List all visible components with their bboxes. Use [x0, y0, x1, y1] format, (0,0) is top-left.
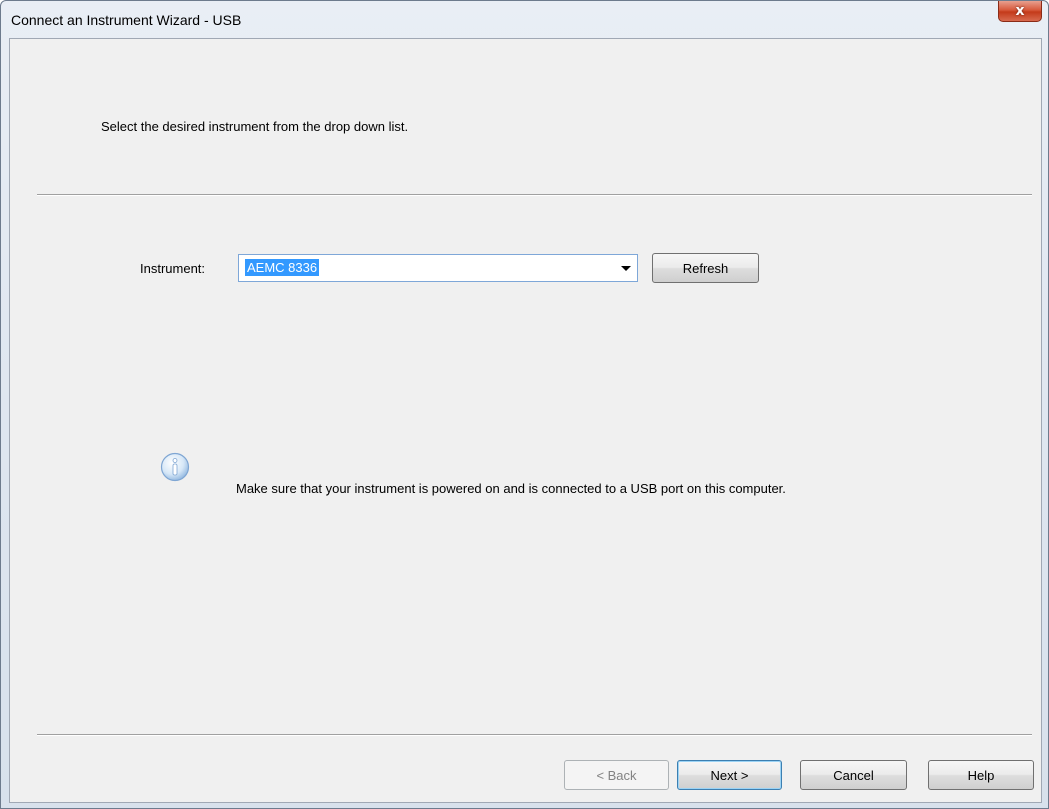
chevron-down-icon[interactable] [621, 266, 631, 271]
cancel-button[interactable]: Cancel [800, 760, 907, 790]
close-icon: x [1015, 3, 1025, 19]
instrument-dropdown[interactable]: AEMC 8336 [238, 254, 638, 282]
window-title: Connect an Instrument Wizard - USB [11, 12, 242, 28]
footer-divider [37, 734, 1032, 736]
close-button[interactable]: x [998, 1, 1042, 22]
instrument-selected-value: AEMC 8336 [245, 259, 320, 276]
instruction-text: Select the desired instrument from the d… [101, 119, 409, 134]
header-divider [37, 194, 1032, 196]
info-icon [160, 452, 190, 482]
info-message: Make sure that your instrument is powere… [236, 481, 786, 496]
help-button[interactable]: Help [928, 760, 1034, 790]
back-button[interactable]: < Back [564, 760, 669, 790]
wizard-window: Connect an Instrument Wizard - USB x Sel… [0, 0, 1049, 809]
title-bar[interactable]: Connect an Instrument Wizard - USB x [1, 1, 1048, 39]
wizard-content: Select the desired instrument from the d… [9, 38, 1042, 803]
next-button[interactable]: Next > [677, 760, 782, 790]
instrument-label: Instrument: [140, 261, 206, 276]
refresh-button[interactable]: Refresh [652, 253, 759, 283]
